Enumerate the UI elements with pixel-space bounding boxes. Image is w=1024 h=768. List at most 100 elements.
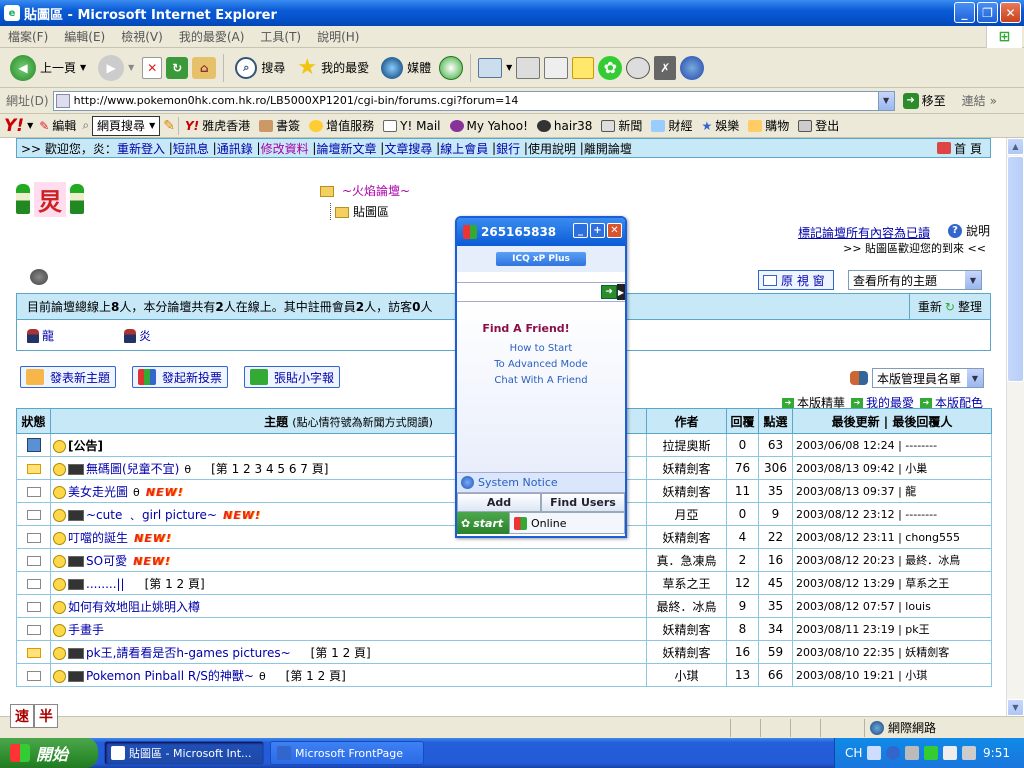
yahoo-entertainment-button[interactable]: ★ 娛樂: [698, 117, 742, 134]
yahoo-bookmarks-button[interactable]: 書簽: [256, 117, 303, 134]
edit-page-icon[interactable]: [544, 56, 569, 79]
topic-link[interactable]: 手畫手: [68, 623, 104, 637]
icq-find-users-button[interactable]: Find Users: [541, 493, 625, 512]
taskbar-frontpage-button[interactable]: Microsoft FrontPage: [270, 741, 424, 765]
topic-link[interactable]: 如何有效地阻止姚明入樽: [68, 600, 200, 614]
yahoo-mail-button[interactable]: Y! Mail: [380, 119, 443, 133]
topic-link[interactable]: ~cute ﹑ girl picture~: [86, 508, 217, 522]
yahoo-logout-button[interactable]: 登出: [795, 117, 842, 134]
author-cell[interactable]: 小琪: [646, 663, 727, 687]
address-dropdown-icon[interactable]: ▼: [877, 91, 894, 110]
help-button[interactable]: ? 說明: [947, 222, 990, 239]
yahoo-search-select[interactable]: 網頁搜尋 ▼: [92, 115, 161, 136]
author-cell[interactable]: 妖精劍客: [646, 617, 727, 641]
media-button[interactable]: 媒體: [377, 51, 435, 85]
yahoo-logo[interactable]: Y!: [4, 116, 24, 136]
search-button[interactable]: ⌕ 搜尋: [231, 51, 289, 85]
topic-link[interactable]: 無碼圖(兒童不宜): [86, 462, 179, 476]
author-cell[interactable]: 拉提奧斯: [646, 433, 727, 457]
ime-mode-button[interactable]: 速: [10, 704, 34, 728]
author-cell[interactable]: 妖精劍客: [646, 525, 727, 549]
topic-pages[interactable]: [第 1 2 頁]: [311, 646, 371, 660]
icq-status-button[interactable]: Online: [509, 512, 625, 534]
menu-favorites[interactable]: 我的最愛(A): [171, 28, 253, 45]
yahoo-shopping-button[interactable]: 購物: [745, 117, 792, 134]
mood-face-icon[interactable]: [53, 462, 66, 476]
messenger-chat-icon[interactable]: [626, 56, 651, 79]
yahoo-services-button[interactable]: 增值服務: [306, 117, 377, 134]
mood-face-icon[interactable]: [53, 508, 66, 522]
topic-link[interactable]: SO可愛: [86, 554, 127, 568]
research-icon[interactable]: ✗: [654, 55, 677, 80]
note-icon[interactable]: [572, 56, 595, 79]
mood-face-icon[interactable]: [53, 646, 66, 660]
mail-icon[interactable]: [478, 57, 503, 78]
icq-search-input[interactable]: [457, 284, 601, 300]
mark-all-read-link[interactable]: 標記論壇所有內容為已讀: [798, 224, 930, 241]
mood-face-icon[interactable]: [53, 554, 66, 568]
mood-face-icon[interactable]: [53, 600, 66, 614]
author-cell[interactable]: 月亞: [646, 502, 727, 526]
icq-expand-arrow-icon[interactable]: ▶: [617, 284, 625, 300]
yahoo-finance-button[interactable]: 財經: [648, 117, 695, 134]
taskbar-ie-button[interactable]: 貼圖區 - Microsoft Int...: [104, 741, 264, 765]
icq-minimize-button[interactable]: _: [573, 223, 588, 238]
icq-flower-icon[interactable]: ✿: [598, 55, 623, 80]
ime-tray-icon[interactable]: [867, 746, 882, 760]
mail-dropdown-icon[interactable]: ▼: [506, 63, 512, 72]
my-yahoo-button[interactable]: My Yahoo!: [447, 119, 531, 133]
stop-icon[interactable]: ✕: [142, 56, 163, 79]
online-members-link[interactable]: 線上會員: [440, 140, 488, 157]
yahoo-profile-button[interactable]: hair38: [534, 119, 596, 133]
icq-plus-button[interactable]: +: [590, 223, 605, 238]
mood-face-icon[interactable]: [53, 577, 66, 591]
breadcrumb-parent[interactable]: ~火焰論壇~: [320, 182, 410, 199]
icq-title-bar[interactable]: 265165838 _ + ✕: [457, 218, 625, 246]
topic-link[interactable]: ........||: [86, 577, 125, 591]
menu-help[interactable]: 說明(H): [309, 28, 367, 45]
author-cell[interactable]: 草系之王: [646, 571, 727, 595]
post-bulletin-button[interactable]: 張貼小字報: [244, 366, 341, 388]
topic-pages[interactable]: [第 1 2 3 4 5 6 7 頁]: [211, 462, 328, 476]
topic-link[interactable]: Pokemon Pinball R/S的神獸~: [86, 669, 254, 683]
back-button[interactable]: ◀ 上一頁 ▼: [6, 51, 90, 85]
topic-link[interactable]: 美女走光圖: [68, 485, 128, 499]
admin-list-select[interactable]: 本版管理員名單 ▼: [872, 368, 984, 388]
menu-file[interactable]: 檔案(F): [0, 28, 56, 45]
messages-link[interactable]: 短訊息: [173, 140, 209, 157]
mood-face-icon[interactable]: [53, 669, 66, 683]
msn-people-icon[interactable]: [680, 55, 705, 80]
forward-dropdown-icon[interactable]: ▼: [128, 63, 134, 72]
ime-width-button[interactable]: 半: [34, 704, 58, 728]
icq-advanced-mode-link[interactable]: To Advanced Mode: [457, 359, 625, 370]
highlight-pencil-icon[interactable]: ✎: [163, 118, 175, 134]
menu-view[interactable]: 檢視(V): [113, 28, 171, 45]
refresh-arrange-link[interactable]: 重新 ↻ 整理: [908, 294, 990, 319]
icq-close-button[interactable]: ✕: [607, 223, 622, 238]
network-tray-icon[interactable]: [943, 746, 958, 760]
start-button[interactable]: 開始: [0, 738, 98, 768]
safely-remove-tray-icon[interactable]: [962, 746, 977, 760]
speaker-icon[interactable]: [30, 269, 48, 285]
author-cell[interactable]: 妖精劍客: [646, 456, 727, 480]
links-chevron-icon[interactable]: »: [986, 94, 997, 108]
icq-go-arrow-icon[interactable]: ➜: [601, 285, 617, 299]
home-icon[interactable]: ⌂: [192, 56, 217, 79]
author-cell[interactable]: 妖精劍客: [646, 640, 727, 664]
yahoo-dropdown-icon[interactable]: ▼: [27, 121, 33, 130]
minimize-button[interactable]: _: [954, 2, 975, 23]
icq-how-to-start-link[interactable]: How to Start: [457, 343, 625, 354]
new-poll-button[interactable]: 發起新投票: [132, 366, 229, 388]
new-topic-button[interactable]: 發表新主題: [20, 366, 117, 388]
menu-edit[interactable]: 編輯(E): [56, 28, 113, 45]
author-cell[interactable]: 真．急凍鳥: [646, 548, 727, 572]
go-button[interactable]: ➜ 移至: [895, 92, 954, 109]
address-input[interactable]: http://www.pokemon0hk.com.hk.ro/LB5000XP…: [52, 90, 895, 111]
contacts-link[interactable]: 通訊錄: [217, 140, 253, 157]
mood-face-icon[interactable]: [53, 485, 66, 499]
volume-tray-icon[interactable]: [905, 746, 920, 760]
title-bar[interactable]: e 貼圖區 - Microsoft Internet Explorer _ ❐ …: [0, 0, 1024, 26]
home-link[interactable]: 首 頁: [937, 140, 982, 157]
original-window-button[interactable]: 原 視 窗: [758, 270, 834, 290]
icq-tray-icon[interactable]: [924, 746, 939, 760]
